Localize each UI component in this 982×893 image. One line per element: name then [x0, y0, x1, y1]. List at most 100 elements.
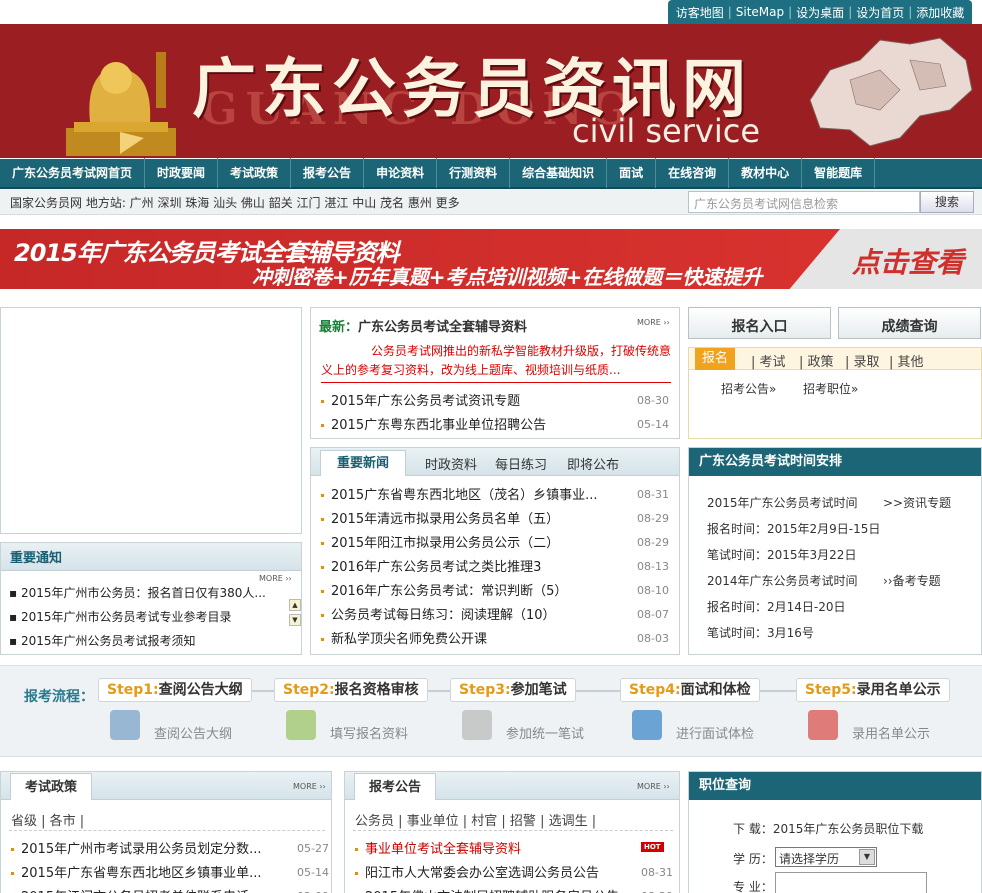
score-query-button[interactable]: 成绩查询: [838, 307, 981, 339]
site-subtitle: civil service: [572, 112, 760, 150]
policy-item-date: 05-14: [297, 866, 329, 879]
top-link-homepage[interactable]: 设为首页: [856, 4, 904, 21]
process-step-3[interactable]: Step3:参加笔试: [450, 678, 576, 702]
schedule-row: 报名时间：2月14日-20日: [707, 600, 846, 614]
latest-promo[interactable]: 公务员考试网推出的新私学智能教材升级版，打破传统意义上的参考复习资料，改为线上题…: [321, 342, 671, 383]
process-step-4[interactable]: Step4:面试和体检: [620, 678, 760, 702]
tab-policy[interactable]: | 政策: [799, 351, 834, 370]
edu-select[interactable]: 请选择学历 ▼: [775, 847, 877, 867]
top-link-favorite[interactable]: 添加收藏: [916, 4, 964, 21]
news-item[interactable]: 2015年阳江市拟录用公务员公示（二）: [321, 532, 559, 551]
nav-basic-knowledge[interactable]: 综合基础知识: [510, 158, 608, 188]
news-item[interactable]: 2016年广东公务员考试之类比推理3: [321, 556, 541, 575]
nav-home[interactable]: 广东公务员考试网首页: [0, 158, 146, 188]
tab-signup[interactable]: 报名: [695, 348, 735, 370]
news-item-date: 08-29: [637, 536, 669, 549]
nav-aptitude[interactable]: 行测资料: [437, 158, 511, 188]
news-item[interactable]: 2015年清远市拟录用公务员名单（五）: [321, 508, 559, 527]
policy-item[interactable]: 2015年广东省粤东西北地区乡镇事业单...: [11, 862, 261, 881]
scroll-up-icon[interactable]: ▲: [289, 599, 301, 611]
announce-item[interactable]: 2015年佛山市法制局招聘辅助服务雇员公告: [355, 886, 619, 893]
news-item-date: 08-29: [637, 512, 669, 525]
schedule-topic-link[interactable]: >>资讯专题: [883, 494, 951, 511]
promo-banner[interactable]: 2015年广东公务员考试全套辅导资料 冲刺密卷+历年真题+考点培训视频+在线做题…: [0, 229, 982, 289]
news-item[interactable]: 公务员考试每日练习：阅读理解（10）: [321, 604, 556, 623]
nav-politics-news[interactable]: 时政要闻: [145, 158, 219, 188]
policy-item[interactable]: 2015年江门市公务员招考单位联系电话: [11, 886, 249, 893]
notice-more-link[interactable]: MORE ››: [259, 574, 292, 583]
nav-exam-policy[interactable]: 考试政策: [218, 158, 292, 188]
schedule-topic-link[interactable]: ››备考专题: [883, 572, 941, 589]
tab-upcoming[interactable]: 即将公布: [567, 454, 619, 473]
tab-daily-practice[interactable]: 每日练习: [495, 454, 547, 473]
signup-button[interactable]: 报名入口: [688, 307, 831, 339]
policy-filters[interactable]: 省级 | 各市 |: [11, 810, 84, 829]
search-button[interactable]: 搜索: [920, 191, 974, 213]
process-step-5[interactable]: Step5:录用名单公示: [796, 678, 950, 702]
nav-essay[interactable]: 申论资料: [364, 158, 438, 188]
notice-item[interactable]: ▪ 2015年广州市公务员：报名首日仅有380人...: [9, 584, 266, 601]
nav-textbooks[interactable]: 教材中心: [729, 158, 803, 188]
slideshow-area[interactable]: [0, 307, 302, 534]
notice-box: 重要通知 MORE ›› ▪ 2015年广州市公务员：报名首日仅有380人...…: [0, 542, 302, 655]
news-item[interactable]: 新私学顶尖名师免费公开课: [321, 628, 487, 647]
quick-tabs-box: 报名 | 考试 | 政策 | 录取 | 其他 招考公告» 招考职位»: [688, 347, 982, 439]
promo-cta[interactable]: 点击查看: [852, 241, 964, 281]
tab-exam[interactable]: | 考试: [751, 351, 786, 370]
process-bar: 报考流程： Step1:查阅公告大纲 查阅公告大纲 Step2:报名资格审核 填写报名…: [0, 665, 982, 757]
latest-item[interactable]: 2015广东粤东西北事业单位招聘公告: [321, 414, 546, 433]
news-item-date: 08-03: [637, 632, 669, 645]
process-step-2-icon: [286, 710, 316, 740]
process-step-2[interactable]: Step2:报名资格审核: [274, 678, 428, 702]
nav-announcements[interactable]: 报考公告: [291, 158, 365, 188]
region-bar: 国家公务员网 地方站: 广州 深圳 珠海 汕头 佛山 韶关 江门 湛江 中山 茂…: [0, 189, 982, 215]
top-link-sitemap[interactable]: SiteMap: [736, 5, 784, 19]
schedule-row: 2014年广东公务员考试时间 ››备考专题: [707, 574, 941, 588]
news-item[interactable]: 2016年广东公务员考试：常识判断（5）: [321, 580, 567, 599]
latest-heading[interactable]: 最新：广东公务员考试全套辅导资料: [319, 316, 527, 335]
policy-item[interactable]: 2015年广州市考试录用公务员划定分数...: [11, 838, 261, 857]
search-input[interactable]: 广东公务员考试网信息检索: [688, 191, 920, 213]
notice-item[interactable]: ▪ 2015年广州公务员考试报考须知: [9, 632, 196, 649]
nav-consult[interactable]: 在线咨询: [656, 158, 730, 188]
process-step-1[interactable]: Step1:查阅公告大纲: [98, 678, 252, 702]
announce-hot-item[interactable]: 事业单位考试全套辅导资料: [355, 838, 521, 857]
chevron-down-icon: ▼: [859, 849, 875, 865]
news-box: 重要新闻 时政资料 每日练习 即将公布 2015广东省粤东西北地区（茂名）乡镇事…: [310, 447, 680, 655]
top-links: 访客地图 | SiteMap | 设为桌面 | 设为首页 | 添加收藏: [668, 0, 972, 24]
link-recruit-positions[interactable]: 招考职位»: [803, 380, 858, 397]
tab-other[interactable]: | 其他: [889, 351, 924, 370]
tab-admission[interactable]: | 录取: [845, 351, 880, 370]
notice-item[interactable]: ▪ 2015年广州市公务员考试专业参考目录: [9, 608, 232, 625]
latest-item[interactable]: 2015年广东公务员考试资讯专题: [321, 390, 520, 409]
jobs-box: 职位查询 下 载：2015年广东公务员职位下载 学 历： 请选择学历 ▼ 专 业…: [688, 771, 982, 893]
announce-box: 报考公告 MORE ›› 公务员 | 事业单位 | 村官 | 招警 | 选调生 …: [344, 771, 680, 893]
process-step-5-label: 录用名单公示: [852, 727, 931, 742]
nav-question-bank[interactable]: 智能题库: [802, 158, 876, 188]
major-input[interactable]: [775, 872, 927, 893]
news-item[interactable]: 2015广东省粤东西北地区（茂名）乡镇事业...: [321, 484, 597, 503]
schedule-row: 2015年广东公务员考试时间 >>资讯专题: [707, 496, 952, 510]
tab-important-news[interactable]: 重要新闻: [320, 450, 407, 476]
nav-interview[interactable]: 面试: [607, 158, 657, 188]
policy-title: 考试政策: [10, 773, 93, 800]
jobs-major-label: 专 业：: [733, 880, 773, 893]
promo-line2: 冲刺密卷+历年真题+考点培训视频+在线做题＝快速提升: [252, 265, 763, 289]
region-links[interactable]: 国家公务员网 地方站: 广州 深圳 珠海 汕头 佛山 韶关 江门 湛江 中山 茂…: [10, 194, 460, 211]
main-nav: 广东公务员考试网首页 时政要闻 考试政策 报考公告 申论资料 行测资料 综合基础…: [0, 158, 982, 189]
announce-item[interactable]: 阳江市人大常委会办公室选调公务员公告: [355, 862, 599, 881]
notice-header: 重要通知: [1, 543, 301, 571]
top-link-visitor-map[interactable]: 访客地图: [676, 4, 724, 21]
hot-badge: HOT: [641, 842, 664, 852]
jobs-download[interactable]: 下 载：2015年广东公务员职位下载: [733, 820, 923, 837]
announce-more-link[interactable]: MORE ››: [637, 782, 670, 791]
tab-politics[interactable]: 时政资料: [425, 454, 477, 473]
link-recruit-announce[interactable]: 招考公告»: [721, 380, 776, 397]
schedule-row: 报名时间：2015年2月9日-15日: [707, 522, 881, 536]
top-link-desktop[interactable]: 设为桌面: [796, 4, 844, 21]
announce-filters[interactable]: 公务员 | 事业单位 | 村官 | 招警 | 选调生 |: [355, 810, 596, 829]
process-step-3-label: 参加统一笔试: [506, 727, 585, 742]
scroll-down-icon[interactable]: ▼: [289, 614, 301, 626]
latest-more-link[interactable]: MORE ››: [637, 318, 670, 327]
policy-more-link[interactable]: MORE ››: [293, 782, 326, 791]
